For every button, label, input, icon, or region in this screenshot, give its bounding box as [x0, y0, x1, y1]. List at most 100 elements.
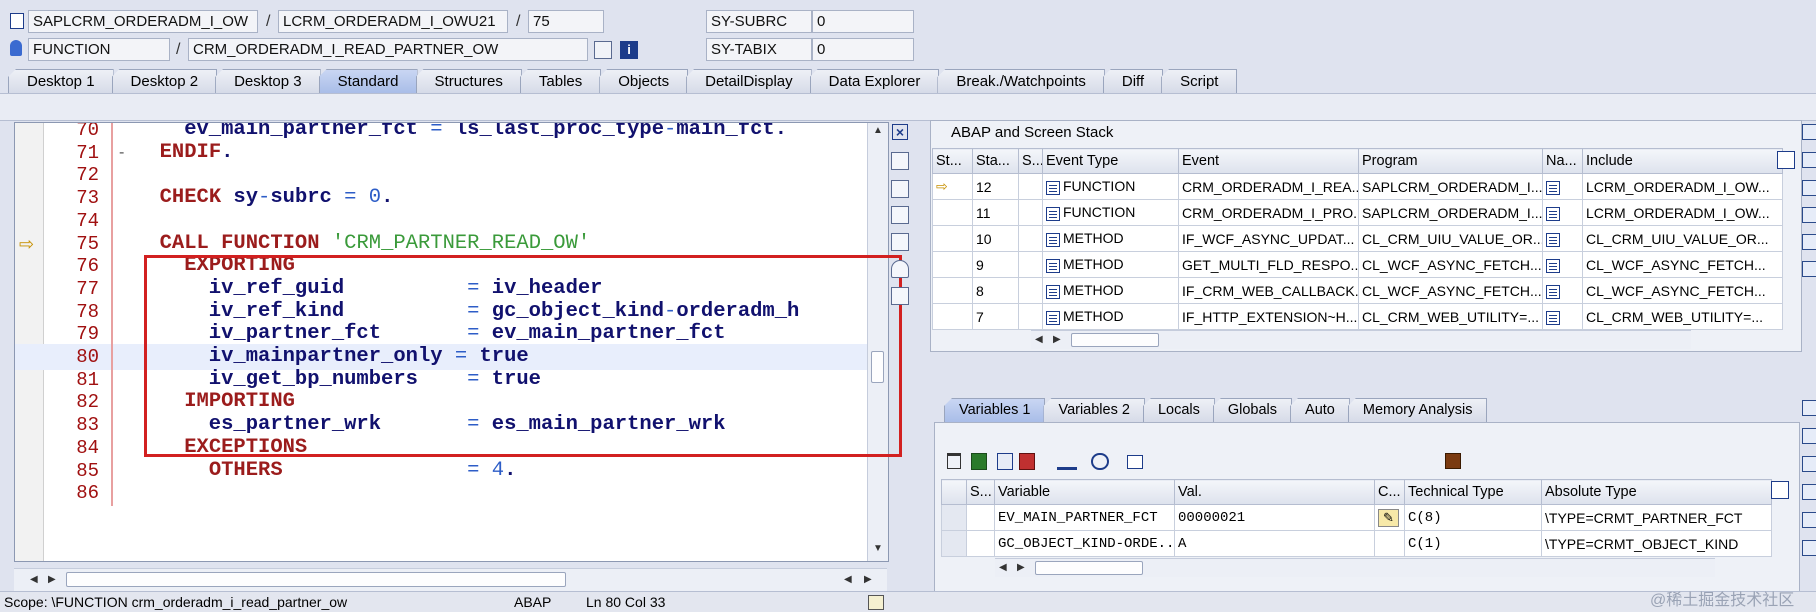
tab-variables-2[interactable]: Variables 2 [1043, 398, 1145, 422]
tree-icon[interactable] [1057, 453, 1077, 470]
variable-value[interactable]: A [1174, 530, 1375, 557]
move-icon[interactable] [1091, 453, 1109, 470]
navigate-icon[interactable] [1546, 180, 1560, 195]
change-cell[interactable] [1374, 530, 1405, 557]
stack-col-header[interactable]: Event [1178, 148, 1359, 174]
scroll-down-icon[interactable]: ▼ [873, 543, 883, 554]
tab-globals[interactable]: Globals [1212, 398, 1293, 422]
code-line[interactable]: 86 [15, 480, 888, 507]
navigate-icon[interactable] [1546, 310, 1560, 325]
scroll-thumb[interactable] [1071, 333, 1159, 347]
scroll-thumb[interactable] [66, 572, 566, 587]
sysfield-value[interactable]: 0 [812, 38, 914, 61]
var-col-header[interactable]: Val. [1174, 479, 1375, 505]
headset-icon[interactable] [891, 260, 909, 278]
structure-icon[interactable] [891, 180, 909, 198]
layout-icon[interactable] [1777, 151, 1795, 169]
scroll-thumb[interactable] [1035, 561, 1143, 575]
program-field[interactable]: SAPLCRM_ORDERADM_I_OW [28, 10, 258, 33]
stack-col-header[interactable]: Include [1582, 148, 1783, 174]
var-col-header[interactable]: Technical Type [1404, 479, 1542, 505]
scroll-right-icon[interactable]: ▶ [1053, 334, 1061, 345]
include-field[interactable]: LCRM_ORDERADM_I_OWU21 [278, 10, 508, 33]
edit-pencil-icon[interactable]: ✎ [1378, 508, 1399, 527]
stack-row[interactable]: ⇨ 12 FUNCTION CRM_ORDERADM_I_REA... SAPLCRM_… [932, 173, 1783, 200]
tab-auto[interactable]: Auto [1290, 398, 1350, 422]
variable-name[interactable]: EV_MAIN_PARTNER_FCT [994, 504, 1175, 531]
stack-row[interactable]: 11 FUNCTION CRM_ORDERADM_I_PRO... SAPLCRM_O… [932, 199, 1783, 226]
scroll-right-icon[interactable]: ▶ [1017, 562, 1025, 573]
stack-row[interactable]: 9 METHOD GET_MULTI_FLD_RESPO... CL_WCF_ASYN… [932, 251, 1783, 278]
new-window-icon[interactable] [891, 152, 909, 170]
navigate-icon[interactable] [1546, 258, 1560, 273]
stack-col-header[interactable]: Program [1358, 148, 1543, 174]
export-icon[interactable] [997, 453, 1013, 470]
stack-nav[interactable] [1542, 277, 1583, 304]
var-col-header[interactable]: Variable [994, 479, 1175, 505]
side-tool-icon[interactable] [1802, 234, 1816, 250]
window-icon[interactable] [1127, 455, 1143, 469]
scroll-left-icon[interactable]: ◀ [999, 562, 1007, 573]
import-icon[interactable] [971, 453, 987, 470]
side-tool-icon[interactable] [1802, 484, 1816, 500]
stack-nav[interactable] [1542, 225, 1583, 252]
stack-nav[interactable] [1542, 251, 1583, 278]
side-tool-icon[interactable] [1802, 207, 1816, 223]
side-tool-icon[interactable] [1802, 428, 1816, 444]
side-tool-icon[interactable] [1802, 512, 1816, 528]
event-type-field[interactable]: FUNCTION [28, 38, 170, 61]
navigate-icon[interactable] [1546, 284, 1560, 299]
scroll-up-icon[interactable]: ▲ [873, 125, 883, 136]
tab-variables-1[interactable]: Variables 1 [944, 398, 1046, 422]
side-tool-icon[interactable] [1802, 261, 1816, 277]
tab-tables[interactable]: Tables [519, 69, 602, 93]
info-icon[interactable]: i [620, 41, 638, 59]
scroll-left-icon[interactable]: ◀ [30, 574, 38, 585]
tab-locals[interactable]: Locals [1142, 398, 1215, 422]
vars-hscrollbar[interactable]: ◀ ▶ [995, 558, 1715, 577]
tab-data-explorer[interactable]: Data Explorer [809, 69, 940, 93]
stack-hscrollbar[interactable]: ◀ ▶ [1031, 330, 1691, 349]
layout-icon[interactable] [1771, 481, 1789, 499]
side-tool-icon[interactable] [1802, 152, 1816, 168]
tab-standard[interactable]: Standard [318, 69, 418, 93]
stack-row[interactable]: 7 METHOD IF_HTTP_EXTENSION~H... CL_CRM_WEB_… [932, 303, 1783, 330]
close-vars-icon[interactable] [1802, 400, 1816, 416]
tab-memory-analysis[interactable]: Memory Analysis [1347, 398, 1488, 422]
scroll-right-icon[interactable]: ▶ [864, 574, 872, 585]
scroll-right-icon[interactable]: ▶ [48, 574, 56, 585]
delete-icon[interactable] [947, 453, 961, 469]
sysfield-name[interactable]: SY-TABIX [706, 38, 812, 61]
event-name-field[interactable]: CRM_ORDERADM_I_READ_PARTNER_OW [188, 38, 588, 61]
variable-name[interactable]: GC_OBJECT_KIND-ORDE... [994, 530, 1175, 557]
change-cell[interactable]: ✎ [1374, 504, 1405, 531]
swap-icon[interactable] [891, 233, 909, 251]
var-col-header[interactable]: Absolute Type [1541, 479, 1772, 505]
save-icon[interactable] [1445, 453, 1461, 469]
row-selector[interactable] [941, 530, 967, 557]
stack-nav[interactable] [1542, 303, 1583, 330]
var-col-header[interactable]: S... [966, 479, 995, 505]
variable-row[interactable]: EV_MAIN_PARTNER_FCT 00000021 ✎ C(8) \TYPE=CR… [941, 504, 1772, 531]
stack-col-header[interactable]: Na... [1542, 148, 1583, 174]
stack-col-header[interactable]: S... [1018, 148, 1043, 174]
tab-desktop-2[interactable]: Desktop 2 [111, 69, 218, 93]
sysfield-value[interactable]: 0 [812, 10, 914, 33]
line-field[interactable]: 75 [528, 10, 604, 33]
scroll-left-icon[interactable]: ◀ [1035, 334, 1043, 345]
row-selector[interactable] [941, 504, 967, 531]
tab-break-watchpoints[interactable]: Break./Watchpoints [937, 69, 1105, 93]
side-tool-icon[interactable] [1802, 456, 1816, 472]
tab-objects[interactable]: Objects [599, 69, 689, 93]
stack-col-header[interactable]: Sta... [972, 148, 1019, 174]
stack-col-header[interactable]: St... [932, 148, 973, 174]
side-tool-icon[interactable] [1802, 540, 1816, 556]
var-select-header[interactable] [941, 479, 967, 505]
tab-script[interactable]: Script [1161, 69, 1238, 93]
stack-nav[interactable] [1542, 173, 1583, 200]
var-col-header[interactable]: C... [1374, 479, 1405, 505]
editor-hscrollbar[interactable]: ◀ ▶ ◀ ▶ [14, 568, 887, 591]
navigate-icon[interactable] [1546, 206, 1560, 221]
stack-col-header[interactable]: Event Type [1042, 148, 1179, 174]
variable-value[interactable]: 00000021 [1174, 504, 1375, 531]
